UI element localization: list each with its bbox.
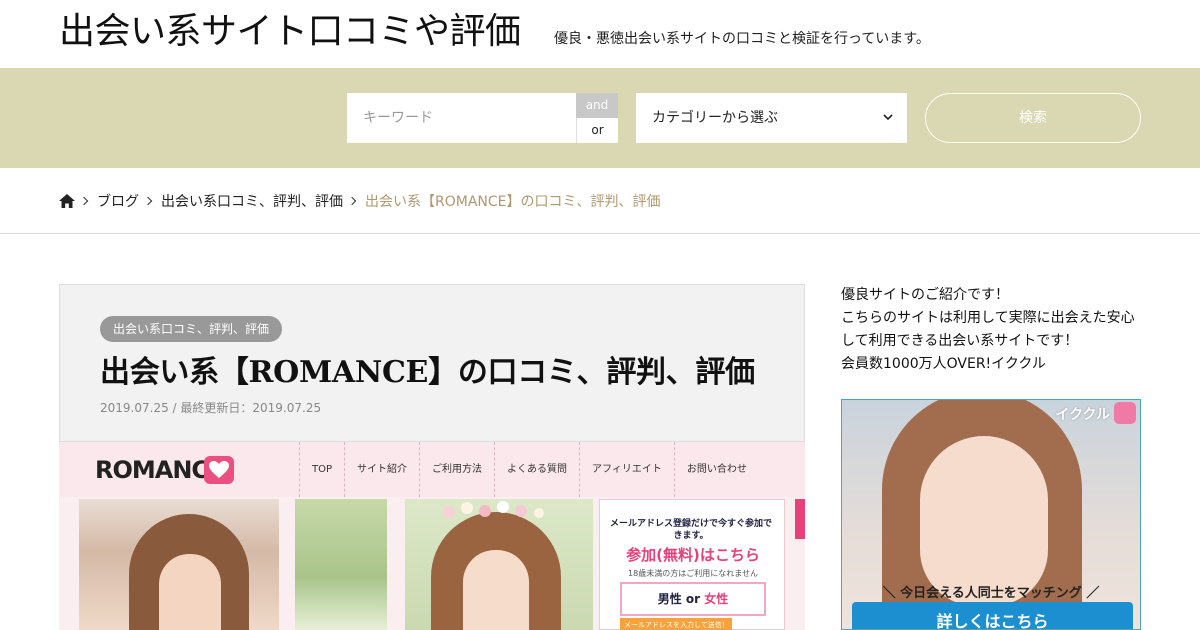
romance-menu-item: アフィリエイト [579,442,674,497]
site-header: 出会い系サイト口コミや評価 優良・悪徳出会い系サイトの口コミと検証を行っています… [0,0,1200,68]
panel-age-notice: 18歳未満の方はご利用になれません [628,569,758,578]
model-face [159,554,221,630]
post-date: 2019.07.25 / 最終更新日：2019.07.25 [100,401,322,415]
breadcrumb-divider [0,233,1200,234]
article-header: 出会い系口コミ、評判、評価 出会い系【ROMANCE】の口コミ、評判、評価 20… [59,284,805,442]
panel-gender-choice: 男性 or 女性 [620,582,766,616]
greenery-photo [295,499,387,630]
romance-menu-item: お問い合わせ [673,442,759,497]
panel-female: 女性 [704,592,729,606]
breadcrumb-item-current: 出会い系【ROMANCE】の口コミ、評判、評価 [365,194,661,210]
site-title[interactable]: 出会い系サイト口コミや評価 [59,8,521,56]
romance-menu-item: サイト紹介 [344,442,419,497]
sidebar-intro: 優良サイトのご紹介です！ こちらのサイトは利用して実際に出会えた安心 して利用で… [841,284,1141,376]
romance-menu-item: TOP [299,442,344,497]
breadcrumb-item-category[interactable]: 出会い系口コミ、評判、評価 [161,191,343,211]
home-icon[interactable] [59,194,75,208]
sidebar-line: こちらのサイトは利用して実際に出会えた安心 [841,310,1135,326]
ikukuru-ad-banner[interactable]: イククル ＼ 今日会える人同士をマッチング ／ 詳しくはこちら [841,399,1141,630]
breadcrumb: ブログ 出会い系口コミ、評判、評価 出会い系【ROMANCE】の口コミ、評判、評… [59,190,661,212]
panel-join: 参加(無料)はこちら [626,546,760,564]
romance-menu-item: ご利用方法 [419,442,494,497]
ad-model-face [920,436,1048,606]
breadcrumb-separator-icon [79,196,89,206]
and-or-toggle: and or [576,93,618,143]
panel-male: 男性 [657,592,682,606]
search-band: and or カテゴリーから選ぶ 検索 [0,68,1200,168]
article-featured-image: ROMANCE TOP サイト紹介 ご利用方法 よくある質問 アフィリエイト お… [59,442,805,630]
sidebar-line: 会員数1000万人OVER!イククル [841,356,1046,372]
ad-details-button[interactable]: 詳しくはこちら [852,602,1133,629]
flower-crown-icon [443,501,544,518]
romance-menu-item: よくある質問 [494,442,579,497]
category-select[interactable]: カテゴリーから選ぶ [636,93,907,143]
keyword-input[interactable] [347,93,577,143]
category-badge[interactable]: 出会い系口コミ、評判、評価 [100,316,283,342]
heart-icon [204,456,234,484]
and-option[interactable]: and [576,93,618,118]
post-title: 出会い系【ROMANCE】の口コミ、評判、評価 [100,355,755,390]
sidebar-line: 優良サイトのご紹介です！ [841,287,1009,303]
ad-brand: イククル [1055,407,1110,423]
panel-intro: メールアドレス登録だけで今すぐ参加できます。 [609,519,772,541]
chevron-down-icon [883,114,893,121]
panel-or: or [685,592,701,606]
ikukuru-logo-icon [1114,402,1136,424]
search-button[interactable]: 検索 [925,93,1141,143]
ad-tagline: ＼ 今日会える人同士をマッチング ／ [882,586,1100,601]
romance-menu: TOP サイト紹介 ご利用方法 よくある質問 アフィリエイト お問い合わせ [299,442,759,497]
breadcrumb-item-blog[interactable]: ブログ [97,191,139,211]
breadcrumb-separator-icon [347,196,357,206]
model-face [463,550,529,630]
site-description: 優良・悪徳出会い系サイトの口コミと検証を行っています。 [554,31,930,47]
romance-signup-panel: メールアドレス登録だけで今すぐ参加できます。 参加(無料)はこちら 18歳未満の… [599,499,785,630]
panel-email-hint: メールアドレスを入力して送信！ [620,618,732,630]
or-option[interactable]: or [576,118,618,143]
sidebar-line: して利用できる出会い系サイトです！ [841,333,1079,349]
welcome-ribbon [795,499,805,539]
breadcrumb-separator-icon [143,196,153,206]
category-select-value: カテゴリーから選ぶ [652,110,778,126]
